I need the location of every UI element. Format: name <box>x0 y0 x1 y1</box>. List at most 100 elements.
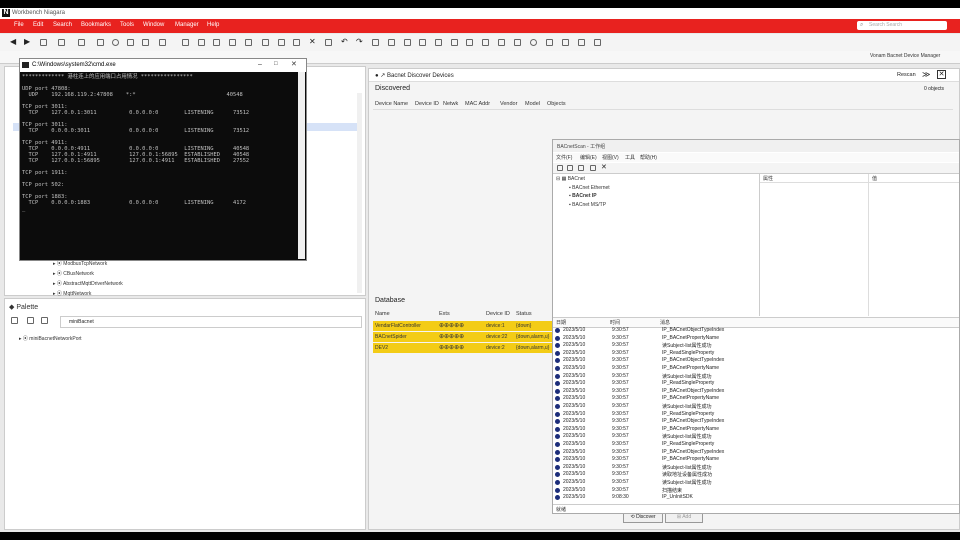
toolbar-icon[interactable] <box>419 39 426 46</box>
paste-icon[interactable] <box>278 39 285 46</box>
table-row[interactable]: BACnetSpider ⊕⊕⊕⊕⊕ device:22 {down,alarm… <box>373 332 553 342</box>
undo-icon[interactable]: ↶ <box>341 37 348 46</box>
menu-edit[interactable]: Edit <box>33 22 43 28</box>
forward-icon[interactable]: ▶ <box>24 37 31 46</box>
toolbar-icon[interactable] <box>562 39 569 46</box>
menu-help[interactable]: Help <box>207 22 219 28</box>
col-netwk[interactable]: Netwk <box>443 101 458 107</box>
toolbar-icon[interactable] <box>159 39 166 46</box>
table-row[interactable]: VendarFlatController ⊕⊕⊕⊕⊕ device:1 {dow… <box>373 321 553 331</box>
folder-icon[interactable] <box>11 317 18 324</box>
toolbar-icon[interactable] <box>482 39 489 46</box>
toolbar-icon[interactable] <box>466 39 473 46</box>
col-vendor[interactable]: Vendor <box>500 101 517 107</box>
minimize-icon[interactable]: – <box>258 61 262 68</box>
scan-menu-edit[interactable]: 编辑(E) <box>580 154 597 161</box>
toolbar-icon[interactable] <box>594 39 601 46</box>
doc-icon[interactable] <box>41 317 48 324</box>
col-status[interactable]: Status <box>516 311 532 317</box>
scan-menu-file[interactable]: 文件(F) <box>556 154 572 161</box>
toolbar-icon[interactable] <box>198 39 205 46</box>
scan-menu-help[interactable]: 帮助(H) <box>640 154 657 161</box>
edit-icon[interactable] <box>590 165 596 171</box>
search-box[interactable]: ⌕ Search Search <box>857 21 947 30</box>
back-icon[interactable]: ◀ <box>10 37 17 46</box>
col-mac[interactable]: MAC Addr <box>465 101 490 107</box>
close-icon[interactable]: ✕ <box>291 60 297 68</box>
scan-menu-view[interactable]: 视图(V) <box>602 154 619 161</box>
manager-view-label[interactable]: Vonam Bacnet Device Manager <box>870 53 940 59</box>
palette-module-field[interactable]: miniBacnet <box>60 316 362 328</box>
tree-item-cbus[interactable]: ▸ ⦿ CBusNetwork <box>53 270 94 277</box>
toolbar-icon[interactable] <box>546 39 553 46</box>
menu-file[interactable]: File <box>14 22 24 28</box>
menu-tools[interactable]: Tools <box>120 22 134 28</box>
toolbar-icon[interactable] <box>245 39 252 46</box>
close-icon[interactable]: ✕ <box>601 163 607 171</box>
forward-icon[interactable]: ≫ <box>922 70 930 79</box>
exts-icons[interactable]: ⊕⊕⊕⊕⊕ <box>439 344 464 351</box>
maximize-icon[interactable]: □ <box>274 61 278 67</box>
toolbar-icon[interactable] <box>142 39 149 46</box>
delete-icon[interactable]: ✕ <box>309 37 316 46</box>
tree-item-modbus[interactable]: ▸ ⦿ ModbusTcpNetwork <box>53 260 107 267</box>
col-model[interactable]: Model <box>525 101 540 107</box>
tree-bacnet-ethernet[interactable]: ▪ BACnet Ethernet <box>569 185 610 191</box>
toolbar-icon[interactable] <box>388 39 395 46</box>
col-value[interactable]: 值 <box>872 175 877 182</box>
tree-item-mqtt[interactable]: ▸ ⦿ MqttNetwork <box>53 290 91 297</box>
tree-bacnet-ip[interactable]: ▪ BACnet IP <box>569 193 597 199</box>
scrollbar[interactable] <box>298 72 305 259</box>
rescan-button[interactable]: Rescan <box>897 72 916 78</box>
exts-icons[interactable]: ⊕⊕⊕⊕⊕ <box>439 322 464 329</box>
toolbar-icon[interactable] <box>404 39 411 46</box>
up-icon[interactable] <box>97 39 104 46</box>
col-device-id[interactable]: Device ID <box>415 101 439 107</box>
scan-toolbar-icon[interactable] <box>578 165 584 171</box>
col-objects[interactable]: Objects <box>547 101 566 107</box>
col-exts[interactable]: Exts <box>439 311 450 317</box>
col-device-name[interactable]: Device Name <box>375 101 408 107</box>
close-icon[interactable]: ✕ <box>937 70 946 79</box>
scan-menu-tools[interactable]: 工具 <box>625 154 635 161</box>
tree-root-bacnet[interactable]: ⊟ ▦ BACnet <box>556 176 585 182</box>
toolbar-icon[interactable] <box>58 39 65 46</box>
col-property[interactable]: 属性 <box>763 175 773 182</box>
col-device-id[interactable]: Device ID <box>486 311 510 317</box>
toolbar-icon[interactable] <box>182 39 189 46</box>
toolbar-icon[interactable] <box>229 39 236 46</box>
toolbar-icon[interactable] <box>435 39 442 46</box>
toolbar-icon[interactable] <box>372 39 379 46</box>
tree-item-mqtt-driver[interactable]: ▸ ⦿ AbstractMqttDriverNetwork <box>53 280 123 287</box>
menu-window[interactable]: Window <box>143 22 164 28</box>
close-icon[interactable] <box>27 317 34 324</box>
toolbar-icon[interactable] <box>498 39 505 46</box>
toolbar-icon[interactable] <box>213 39 220 46</box>
redo-icon[interactable]: ↷ <box>356 37 363 46</box>
copy-icon[interactable] <box>262 39 269 46</box>
toolbar-icon[interactable] <box>293 39 300 46</box>
toolbar-icon[interactable] <box>451 39 458 46</box>
col-time[interactable]: 时间 <box>610 319 620 326</box>
clock-icon[interactable] <box>530 39 537 46</box>
table-row[interactable]: DEV2 ⊕⊕⊕⊕⊕ device:2 {down,alarm,u} <box>373 343 553 353</box>
home-icon[interactable] <box>127 39 134 46</box>
col-date[interactable]: 日期 <box>556 319 566 326</box>
toolbar-icon[interactable] <box>325 39 332 46</box>
scrollbar[interactable] <box>357 93 362 293</box>
toolbar-icon[interactable] <box>578 39 585 46</box>
log-row[interactable]: 2023/5/10 9:08:30 IP_UnInitSDK <box>555 494 959 502</box>
cmd-output[interactable]: ************* 港柱连上的应用端口占用情况 ************… <box>22 74 292 256</box>
menu-search[interactable]: Search <box>53 22 72 28</box>
col-message[interactable]: 消息 <box>660 319 670 326</box>
menu-bookmarks[interactable]: Bookmarks <box>81 22 111 28</box>
scan-toolbar-icon[interactable] <box>567 165 573 171</box>
toolbar-icon[interactable] <box>78 39 85 46</box>
refresh-icon[interactable] <box>112 39 119 46</box>
tree-bacnet-mstp[interactable]: ▪ BACnet MS/TP <box>569 202 606 208</box>
toolbar-icon[interactable] <box>514 39 521 46</box>
exts-icons[interactable]: ⊕⊕⊕⊕⊕ <box>439 333 464 340</box>
palette-tree-item[interactable]: ▸ ⦿ miniBacnetNetworkPort <box>19 335 82 342</box>
toolbar-icon[interactable] <box>40 39 47 46</box>
scan-toolbar-icon[interactable] <box>557 165 563 171</box>
